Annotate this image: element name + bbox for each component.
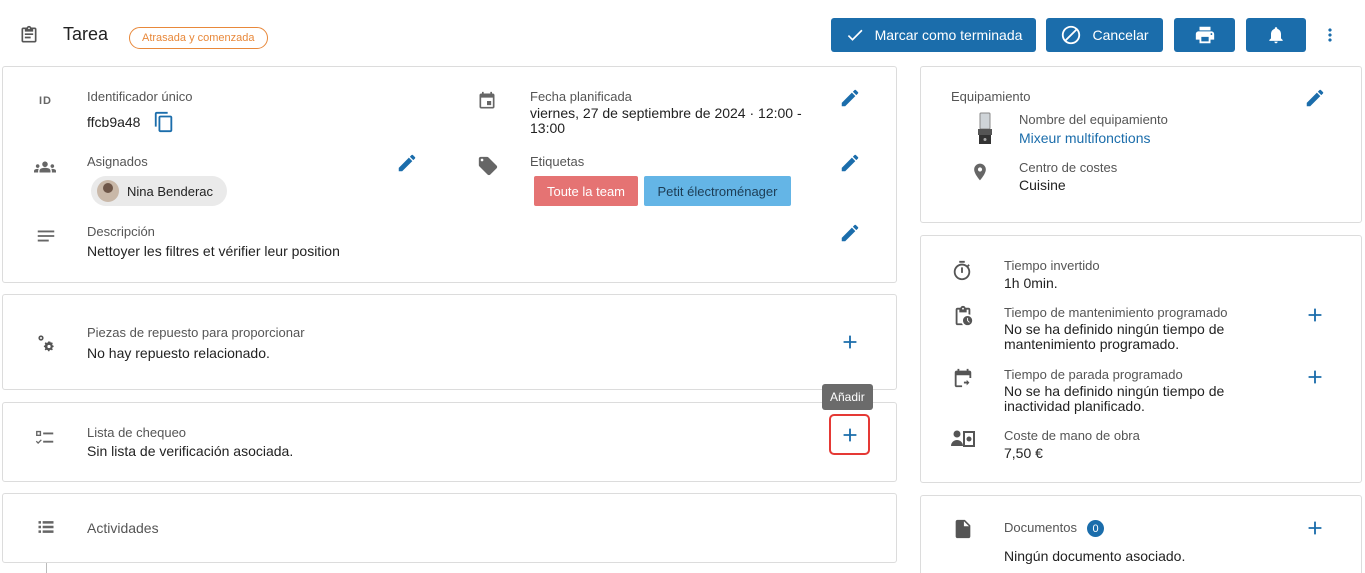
labor-cost-value: 7,50 €: [1004, 445, 1043, 461]
equipment-image: [973, 111, 997, 152]
planned-date-label: Fecha planificada: [530, 89, 632, 104]
page-title: Tarea: [63, 24, 109, 44]
downtime-value: No se ha definido ningún tiempo de inact…: [1004, 383, 1225, 414]
worker-cost-icon: [951, 428, 975, 455]
description-label: Descripción: [87, 224, 155, 239]
plus-icon: [1308, 521, 1322, 535]
add-checklist-button[interactable]: [829, 414, 870, 455]
more-vert-icon[interactable]: [1320, 25, 1340, 50]
edit-assigned-button[interactable]: [396, 152, 418, 179]
cancel-label: Cancelar: [1092, 27, 1149, 43]
cost-center-value: Cuisine: [1019, 177, 1066, 193]
add-document-button[interactable]: [1304, 517, 1326, 544]
maintenance-time-value: No se ha definido ningún tiempo de mante…: [1004, 321, 1225, 352]
cancel-button[interactable]: Cancelar: [1046, 18, 1163, 52]
mark-done-label: Marcar como terminada: [874, 27, 1023, 43]
equipment-name-label: Nombre del equipamiento: [1019, 112, 1168, 127]
unique-id-label: Identificador único: [87, 89, 193, 104]
documents-card: Documentos 0 Ningún documento asociado.: [920, 495, 1362, 573]
maintenance-time-label: Tiempo de mantenimiento programado: [1004, 305, 1228, 320]
add-maintenance-time-button[interactable]: [1304, 304, 1326, 331]
assigned-label: Asignados: [87, 154, 148, 169]
details-card: ID Identificador único ffcb9a48 Fecha pl…: [2, 66, 897, 283]
timer-icon: [951, 260, 973, 287]
checklist-value: Sin lista de verificación asociada.: [87, 443, 294, 459]
plus-icon: [1308, 370, 1322, 384]
mark-done-button[interactable]: Marcar como terminada: [831, 18, 1036, 52]
assignee-name: Nina Benderac: [127, 183, 213, 199]
spare-parts-card: Piezas de repuesto para proporcionar No …: [2, 294, 897, 390]
print-button[interactable]: [1174, 18, 1235, 52]
pencil-icon: [841, 224, 859, 242]
cancel-circle-icon: [1062, 25, 1081, 45]
cost-center-label: Centro de costes: [1019, 160, 1118, 175]
status-badge: Atrasada y comenzada: [129, 27, 268, 49]
activities-label[interactable]: Actividades: [87, 520, 159, 536]
check-icon: [847, 29, 863, 41]
notifications-button[interactable]: [1246, 18, 1306, 52]
edit-planned-date-button[interactable]: [839, 87, 861, 114]
documents-label: Documentos: [1004, 520, 1077, 535]
activities-card: Actividades: [2, 493, 897, 563]
edit-equipment-button[interactable]: [1304, 87, 1326, 114]
gears-icon: [34, 331, 58, 360]
assignee-chip[interactable]: Nina Benderac: [91, 176, 227, 206]
clipboard-icon: [19, 25, 39, 50]
copy-icon[interactable]: [153, 111, 175, 138]
equipment-name-link[interactable]: Mixeur multifonctions: [1019, 130, 1151, 146]
edit-tags-button[interactable]: [839, 152, 861, 179]
id-icon: ID: [39, 95, 52, 107]
header: Tarea Atrasada y comenzada Marcar como t…: [0, 0, 1365, 66]
print-icon: [1195, 26, 1214, 44]
labor-cost-label: Coste de mano de obra: [1004, 428, 1140, 443]
bell-icon: [1269, 27, 1283, 44]
calendar-clock-icon: [952, 305, 974, 332]
location-pin-icon: [970, 161, 990, 188]
checklist-label: Lista de chequeo: [87, 425, 187, 440]
notes-icon: [35, 225, 57, 252]
pencil-icon: [1306, 89, 1324, 107]
plus-icon: [1308, 308, 1322, 322]
checklist-card: Lista de chequeo Sin lista de verificaci…: [2, 402, 897, 482]
checklist-icon: [34, 427, 56, 454]
tag-icon: [477, 155, 499, 182]
pencil-icon: [841, 89, 859, 107]
pencil-icon: [841, 154, 859, 172]
group-icon: [34, 156, 56, 183]
edit-description-button[interactable]: [839, 222, 861, 249]
equipment-title: Equipamiento: [951, 89, 1031, 104]
calendar-arrow-icon: [952, 367, 974, 394]
calendar-icon: [477, 91, 497, 116]
documents-value: Ningún documento asociado.: [1004, 548, 1186, 564]
add-tooltip: Añadir: [822, 384, 873, 410]
downtime-label: Tiempo de parada programado: [1004, 367, 1183, 382]
equipment-card: Equipamiento Nombre del equipamiento Mix…: [920, 66, 1362, 223]
plus-icon: [839, 424, 861, 446]
time-spent-label: Tiempo invertido: [1004, 258, 1100, 273]
list-icon: [36, 517, 56, 542]
tag-item[interactable]: Petit électroménager: [644, 176, 791, 206]
add-downtime-button[interactable]: [1304, 366, 1326, 393]
documents-count-badge: 0: [1087, 520, 1104, 537]
spare-parts-value: No hay repuesto relacionado.: [87, 345, 270, 361]
timeline-line: [46, 563, 47, 573]
avatar: [97, 180, 119, 202]
tags-label: Etiquetas: [530, 154, 585, 169]
tag-item[interactable]: Toute la team: [534, 176, 638, 206]
pencil-icon: [398, 154, 416, 172]
add-spare-part-button[interactable]: [839, 331, 861, 358]
spare-parts-label: Piezas de repuesto para proporcionar: [87, 325, 305, 340]
time-cost-card: Tiempo invertido 1h 0min. Tiempo de mant…: [920, 235, 1362, 483]
unique-id-value: ffcb9a48: [87, 114, 141, 130]
document-icon: [952, 517, 974, 546]
time-spent-value: 1h 0min.: [1004, 275, 1058, 291]
description-value: Nettoyer les filtres et vérifier leur po…: [87, 243, 340, 259]
plus-icon: [843, 335, 857, 349]
planned-date-value: viernes, 27 de septiembre de 2024 · 12:0…: [530, 105, 802, 136]
